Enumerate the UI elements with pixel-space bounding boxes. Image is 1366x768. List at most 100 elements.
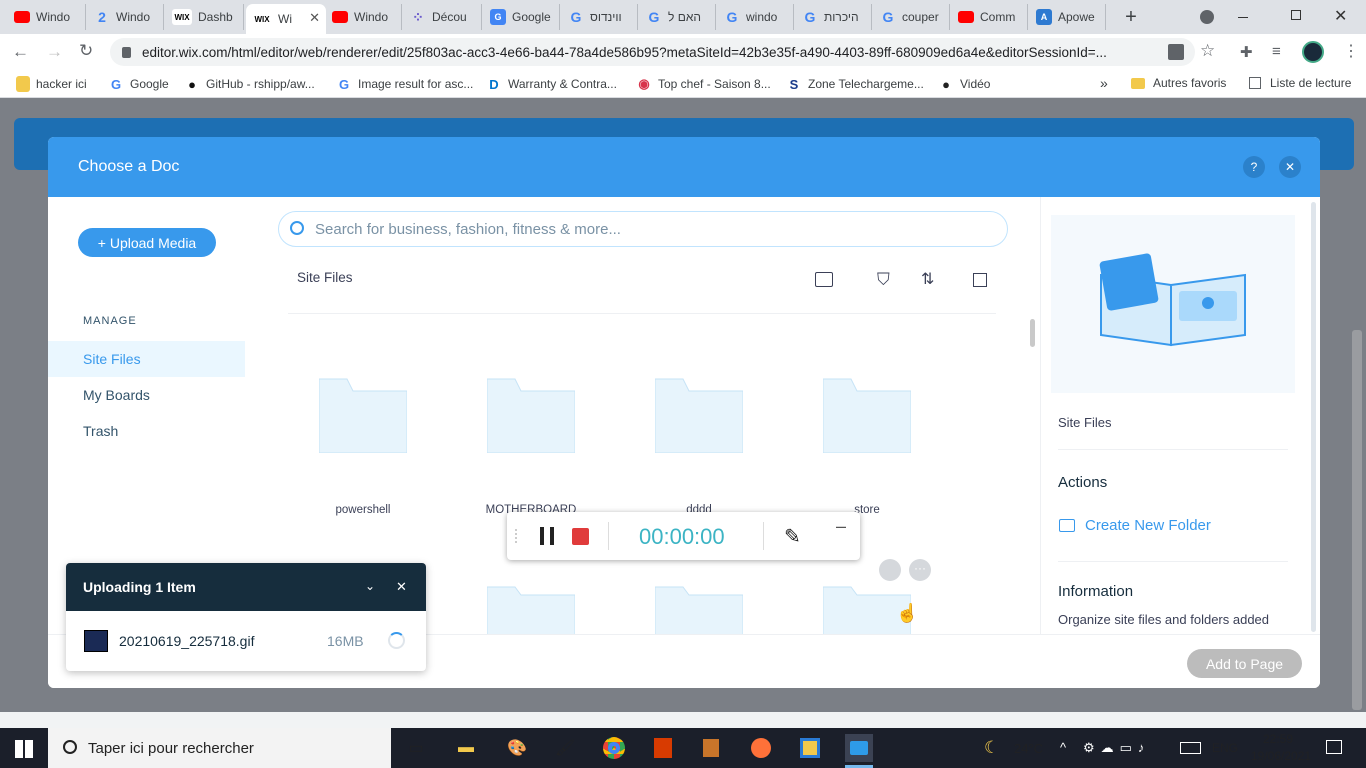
clock-time[interactable]: 22:59 <box>1263 732 1293 746</box>
forward-icon[interactable]: → <box>46 42 63 62</box>
close-upload-button[interactable]: ✕ <box>396 579 407 595</box>
collapse-chevron-icon[interactable]: ⌄ <box>365 579 375 593</box>
new-tab-button[interactable]: + <box>1121 5 1141 29</box>
keyboard-icon[interactable] <box>1180 742 1201 754</box>
folder-icon <box>654 586 744 636</box>
extensions-icon[interactable]: ✚ <box>1240 43 1253 61</box>
tab-search-icon[interactable] <box>1200 10 1214 24</box>
reading-list-label: Liste de lecture <box>1270 76 1352 90</box>
tab-13[interactable]: A Apowe <box>1030 4 1106 30</box>
create-folder-link[interactable]: Create New Folder <box>1059 517 1211 534</box>
folder-tile[interactable]: store <box>822 377 942 516</box>
tab-7[interactable]: G ווינדוס <box>562 4 638 30</box>
bookmarks-more-button[interactable]: » <box>1100 75 1108 91</box>
translate-icon[interactable] <box>1168 44 1184 60</box>
media-control-icon[interactable]: ≡ <box>1272 43 1281 60</box>
search-input[interactable]: Search for business, fashion, fitness & … <box>278 211 1008 247</box>
close-window-icon[interactable]: ✕ <box>1334 6 1347 26</box>
file-explorer-icon[interactable]: ▬ <box>452 734 480 762</box>
minimize-window-icon[interactable] <box>1238 17 1248 18</box>
nav-item-site-files[interactable]: Site Files <box>48 341 245 377</box>
tab-4[interactable]: Windo <box>326 4 402 30</box>
bookmark-item[interactable]: ● Vidéo <box>938 76 990 92</box>
folder-tile[interactable] <box>486 585 576 638</box>
pause-icon[interactable] <box>540 527 554 545</box>
grid-view-icon[interactable] <box>973 273 987 287</box>
search-placeholder: Search for business, fashion, fitness & … <box>315 220 621 238</box>
tab-3[interactable]: WIX Wi ✕ <box>246 4 326 34</box>
loading-spinner-icon <box>388 632 405 649</box>
profile-avatar[interactable] <box>1302 41 1324 63</box>
bookmark-item[interactable]: G Google <box>108 76 169 92</box>
pen-icon[interactable]: ✎ <box>784 524 801 549</box>
help-button[interactable]: ? <box>1243 156 1265 178</box>
weather-moon-icon[interactable]: ☾ <box>984 738 999 758</box>
chrome-icon[interactable] <box>600 734 628 762</box>
paint-alt-icon[interactable]: 🖌 <box>551 734 579 762</box>
more-actions-icon[interactable]: ··· <box>909 559 931 581</box>
stop-icon[interactable] <box>572 528 589 545</box>
tab-9[interactable]: Gwindo <box>718 4 794 30</box>
bookmark-item[interactable]: S Zone Telechargeme... <box>786 76 924 92</box>
tab-2[interactable]: WIX Dashb <box>166 4 244 30</box>
tab-5[interactable]: ⁘ Décou <box>404 4 482 30</box>
recorder-widget: 00:00:00 ✎ – <box>507 512 860 560</box>
bookmark-item[interactable]: G Image result for asc... <box>336 76 473 92</box>
close-dialog-button[interactable]: ✕ <box>1279 156 1301 178</box>
tab-1[interactable]: 2 Windo <box>88 4 164 30</box>
clock-date[interactable]: 19/06/2021 <box>1251 749 1311 763</box>
new-folder-icon[interactable] <box>815 272 833 287</box>
archive-icon[interactable] <box>697 734 725 762</box>
dots-icon: ⁘ <box>412 8 424 25</box>
other-favorites[interactable]: Autres favoris <box>1131 76 1226 90</box>
folder-tile[interactable]: powershell <box>318 377 438 516</box>
minimize-recorder-button[interactable]: – <box>836 516 846 537</box>
virtualbox-icon[interactable] <box>796 734 824 762</box>
bookmark-star-icon[interactable]: ☆ <box>1200 41 1215 61</box>
notifications-icon[interactable] <box>1326 740 1342 754</box>
pin-icon[interactable] <box>879 559 901 581</box>
tab-11[interactable]: Gcouper <box>874 4 950 30</box>
address-bar[interactable]: editor.wix.com/html/editor/web/renderer/… <box>110 38 1195 66</box>
reading-list[interactable]: Liste de lecture <box>1249 76 1351 90</box>
tab-10[interactable]: G היכרות <box>796 4 872 30</box>
tab-0[interactable]: Windo <box>8 4 86 30</box>
bookmark-item[interactable]: ● GitHub - rshipp/aw... <box>184 76 315 92</box>
bookmark-item[interactable]: hacker ici <box>16 76 87 92</box>
language-indicator[interactable]: ENG <box>1212 741 1238 755</box>
task-view-icon[interactable]: ▭ <box>402 734 430 762</box>
sort-icon[interactable]: ⇅ <box>921 269 934 289</box>
recorder-app-icon[interactable] <box>845 734 873 762</box>
menu-kebab-icon[interactable]: ⋮ <box>1343 41 1359 61</box>
filter-icon[interactable]: ⛉ <box>877 270 890 290</box>
tab-6[interactable]: G Google <box>484 4 560 30</box>
tab-8[interactable]: G האם ל <box>640 4 716 30</box>
mouse-cursor-icon: ☝ <box>896 603 919 623</box>
panel-scrollbar[interactable] <box>1311 202 1316 632</box>
grid-scrollbar[interactable] <box>1030 319 1035 347</box>
bookmark-item[interactable]: ◉ Top chef - Saison 8... <box>636 76 770 92</box>
reload-icon[interactable]: ↻ <box>79 41 93 61</box>
office-icon[interactable] <box>649 734 677 762</box>
editor-scrollbar[interactable] <box>1352 330 1362 710</box>
upload-media-button[interactable]: + Upload Media <box>78 228 216 257</box>
bookmark-item[interactable]: D Warranty & Contra... <box>486 76 617 92</box>
nav-item-my-boards[interactable]: My Boards <box>48 377 245 413</box>
restore-window-icon[interactable] <box>1291 10 1301 20</box>
nav-item-trash[interactable]: Trash <box>48 413 245 449</box>
close-tab-icon[interactable]: ✕ <box>309 10 320 26</box>
folder-tile[interactable] <box>654 585 744 638</box>
folder-tile[interactable]: dddd <box>654 377 774 516</box>
tray-chevron-icon[interactable]: ^ <box>1060 740 1066 755</box>
firefox-icon[interactable] <box>747 734 775 762</box>
temperature[interactable]: 24°C <box>1014 741 1043 756</box>
paint-icon[interactable]: 🎨 <box>503 734 531 762</box>
back-icon[interactable]: ← <box>12 42 29 62</box>
windows-start-icon[interactable] <box>15 740 33 758</box>
folder-tile[interactable]: MOTHERBOARD <box>486 377 606 516</box>
taskbar-search-input[interactable]: Taper ici pour rechercher <box>48 728 391 768</box>
drag-handle[interactable] <box>515 529 519 543</box>
tab-12[interactable]: Comm <box>952 4 1028 30</box>
apowersoft-icon: A <box>1036 9 1052 25</box>
add-to-page-button[interactable]: Add to Page <box>1187 649 1302 678</box>
